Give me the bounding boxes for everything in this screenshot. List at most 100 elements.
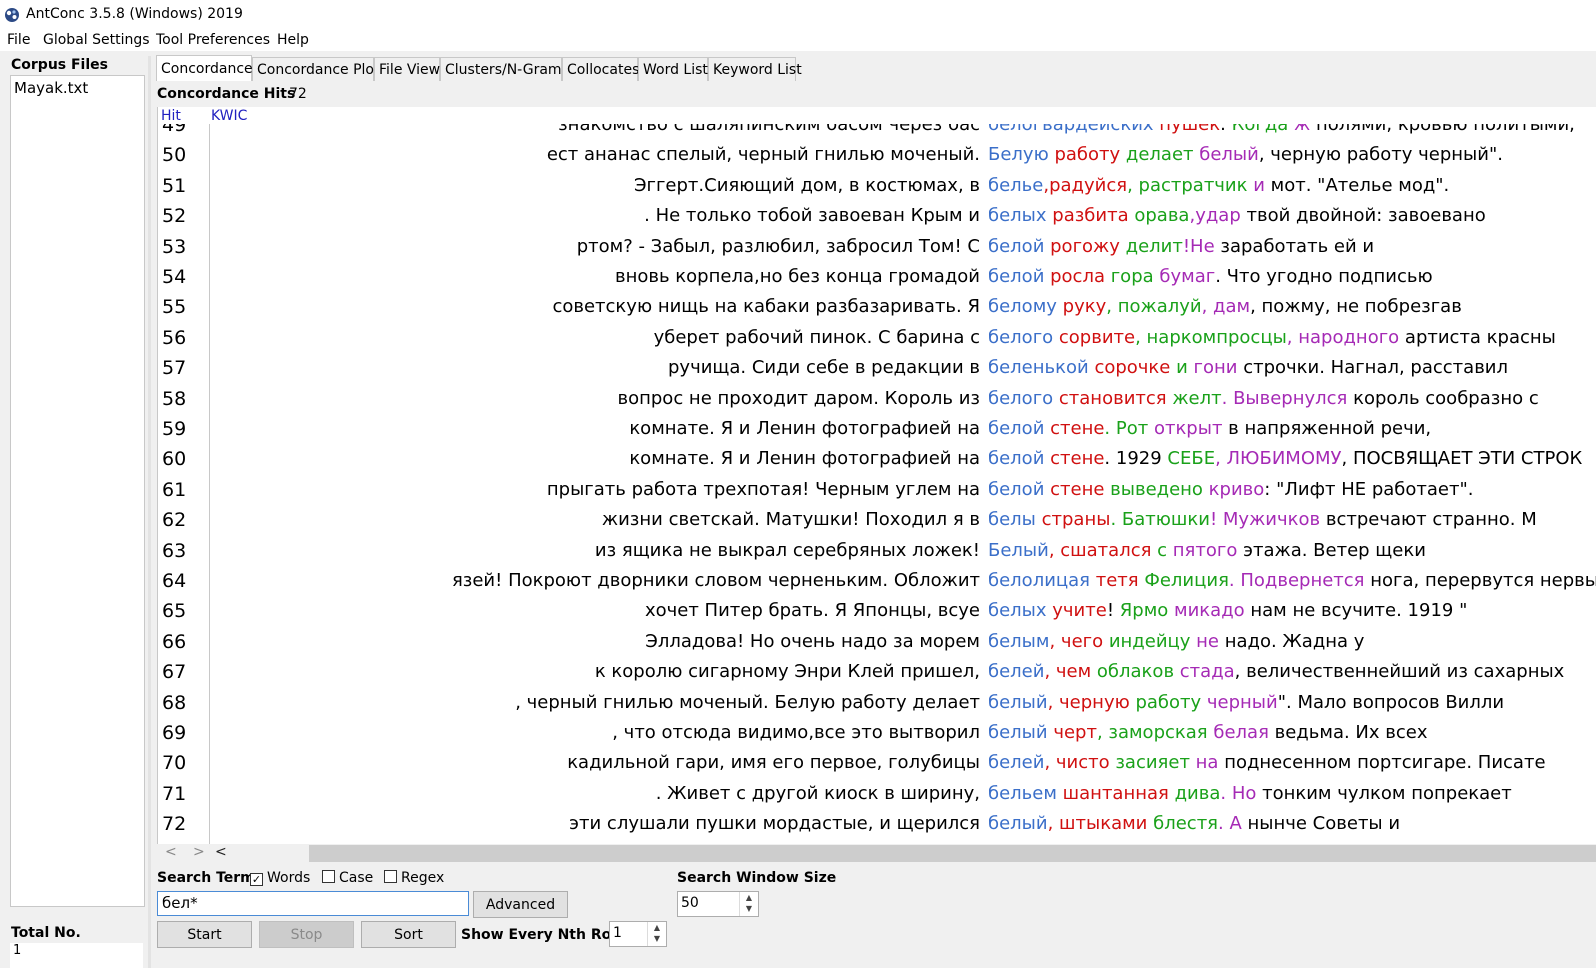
keyword-and-right-context: белый, черную работу черный". Мало вопро… [988, 692, 1504, 713]
left-context: комнате. Я и Ленин фотографией на [629, 418, 980, 439]
left-context: жизни светскай. Матушки! Походил я в [601, 509, 980, 531]
hit-number: 69 [162, 722, 187, 744]
kwic-row[interactable]: 68 , черный гнилью моченый. Белую работу … [158, 688, 1596, 718]
regex-checkbox[interactable]: Regex [384, 870, 444, 886]
kwic-row[interactable]: 61 прыгать работа трехпотая! Черным углем… [158, 475, 1596, 505]
menu-global-settings[interactable]: Global Settings [43, 32, 150, 48]
hit-number: 71 [162, 782, 187, 805]
context-token: . Рот [1104, 418, 1149, 439]
nth-row-value: 1 [613, 925, 622, 941]
window-title: AntConc 3.5.8 (Windows) 2019 [26, 6, 243, 22]
nth-row-spinner[interactable]: 1 ▲ ▼ [609, 921, 667, 947]
left-context: комнате. Я и Ленин фотографией на [629, 448, 980, 470]
context-token: , пожму, не побрезгав [1250, 296, 1462, 318]
tab-word-list[interactable]: Word List [638, 57, 708, 81]
keyword-and-right-context: белой рогожу делит!Не заработать ей и [988, 236, 1374, 257]
kwic-row[interactable]: 72 эти слушали пушки мордастые, и щерился… [158, 809, 1596, 839]
hit-number: 55 [162, 296, 187, 319]
words-checkbox[interactable]: ✓ Words [250, 870, 310, 886]
hit-number: 58 [162, 387, 187, 410]
left-context: уберет рабочий пинок. С барина с [653, 326, 980, 348]
tab-concordance[interactable]: Concordance [156, 55, 253, 81]
menu-file[interactable]: File [7, 32, 30, 48]
kwic-row[interactable]: 67 к королю сигарному Энри Клей пришел, б… [158, 657, 1596, 687]
tab-clusters-ngrams[interactable]: Clusters/N-Grams [440, 57, 569, 81]
context-token: нынче Советы и [1241, 813, 1401, 835]
search-window-size-spinner[interactable]: 50 ▲ ▼ [677, 891, 759, 917]
context-token: полями, кровью политыми, [1315, 124, 1575, 135]
case-checkbox[interactable]: Case [322, 870, 373, 886]
context-token: микадо [1168, 600, 1245, 622]
context-token: , пожалуй [1106, 296, 1202, 318]
kwic-row[interactable]: 53 ртом? - Забыл, разлюбил, забросил Том!… [158, 232, 1596, 262]
column-header-hit[interactable]: Hit [161, 108, 181, 124]
antconc-app-icon [5, 8, 19, 22]
checkbox-empty-icon [322, 870, 335, 883]
context-token: артиста красны [1399, 326, 1556, 348]
kwic-results[interactable]: Hit KWIC 49 знакомство с шаляпинским басо… [157, 107, 1596, 844]
keyword-hit: белой [988, 478, 1045, 500]
tab-collocates[interactable]: Collocates [562, 57, 639, 81]
scroll-left-arrow-icon[interactable]: < [215, 844, 227, 860]
hit-number: 68 [162, 691, 187, 714]
context-token: , чем [1044, 661, 1092, 683]
tab-file-view[interactable]: File View [374, 57, 440, 81]
kwic-row[interactable]: 71 . Живет с другой киоск в ширину, бельем… [158, 779, 1596, 809]
left-context: кадильной гари, имя его первое, голубицы [567, 752, 980, 774]
kwic-row[interactable]: 62 жизни светскай. Матушки! Походил я в бе… [158, 505, 1596, 535]
menu-tool-preferences[interactable]: Tool Preferences [156, 32, 270, 48]
hit-number: 59 [162, 418, 187, 440]
kwic-row[interactable]: 52 . Не только тобой завоеван Крым и белых… [158, 201, 1596, 231]
tab-concordance-plot[interactable]: Concordance Plot [252, 57, 379, 81]
menu-help[interactable]: Help [277, 32, 309, 48]
kwic-row[interactable]: 55 советскую нищь на кабаки разбазаривать… [158, 292, 1596, 322]
kwic-row[interactable]: 54 вновь корпела,но без конца громадой бел… [158, 262, 1596, 292]
stop-button[interactable]: Stop [259, 921, 354, 948]
total-files-value: 1 [13, 943, 22, 958]
scroll-thumb[interactable] [309, 845, 1596, 862]
search-term-input[interactable]: бел* [157, 891, 469, 916]
keyword-hit: белы [988, 509, 1036, 531]
horizontal-scrollbar[interactable]: < > < [157, 844, 1596, 863]
kwic-row[interactable]: 60 комнате. Я и Ленин фотографией на белой… [158, 444, 1596, 474]
search-window-size-value: 50 [681, 895, 699, 911]
kwic-row[interactable]: 56 уберет рабочий пинок. С барина с белого… [158, 323, 1596, 353]
keyword-and-right-context: белый, штыками блестя. А нынче Советы и [988, 813, 1400, 834]
corpus-file-item[interactable]: Mayak.txt [14, 79, 88, 97]
kwic-row[interactable]: 49 знакомство с шаляпинским басом через б… [158, 124, 1596, 140]
keyword-and-right-context: бельем шантанная дива. Но тонким чулком … [988, 783, 1512, 804]
kwic-row[interactable]: 66 Элладова! Но очень надо за морем белым… [158, 627, 1596, 657]
keyword-and-right-context: белой стене. 1929 СЕБЕ, ЛЮБИМОМУ, ПОСВЯЩ… [988, 448, 1582, 469]
hit-number: 63 [162, 539, 187, 562]
scroll-left-icon[interactable]: < [165, 844, 177, 860]
kwic-row[interactable]: 50 ест ананас спелый, черный гнилью мочен… [158, 140, 1596, 170]
kwic-row[interactable]: 69 , что отсюда видимо,все это вытворил бе… [158, 718, 1596, 748]
tab-keyword-list[interactable]: Keyword List [708, 57, 802, 81]
keyword-and-right-context: белому руку, пожалуй, дам, пожму, не поб… [988, 296, 1462, 317]
start-button[interactable]: Start [157, 921, 252, 948]
kwic-row[interactable]: 51 Эггерт.Сияющий дом, в костюмах, в белье… [158, 171, 1596, 201]
show-every-nth-row-label: Show Every Nth Row [461, 927, 625, 943]
sort-button[interactable]: Sort [361, 921, 456, 948]
context-token: облаков [1091, 661, 1175, 683]
scroll-right-icon[interactable]: > [193, 844, 205, 860]
left-context: , черный гнилью моченый. Белую работу де… [515, 691, 980, 713]
context-token: тетя [1090, 570, 1139, 591]
hit-number: 61 [162, 478, 187, 501]
spinner-arrows-icon[interactable]: ▲ ▼ [647, 922, 666, 946]
kwic-row[interactable]: 59 комнате. Я и Ленин фотографией на белой… [158, 414, 1596, 444]
advanced-button[interactable]: Advanced [473, 891, 568, 918]
context-token: , чисто [1044, 752, 1110, 774]
keyword-and-right-context: белых разбита орава,удар твой двойной: з… [988, 205, 1486, 226]
column-header-kwic[interactable]: KWIC [211, 108, 247, 124]
kwic-row[interactable]: 65 хочет Питер брать. Я Японцы, всуе белых… [158, 596, 1596, 626]
kwic-row[interactable]: 63 из ящика не выкрал серебряных ложек! Бе… [158, 536, 1596, 566]
kwic-row[interactable]: 58 вопрос не проходит даром. Король из бел… [158, 384, 1596, 414]
left-context: , что отсюда видимо,все это вытворил [612, 722, 980, 743]
kwic-row[interactable]: 57 ручища. Сиди себе в редакции в беленько… [158, 353, 1596, 383]
kwic-row[interactable]: 64 язей! Покроют дворники словом черненьк… [158, 566, 1596, 596]
corpus-files-list[interactable]: Mayak.txt [10, 75, 145, 907]
kwic-row[interactable]: 70 кадильной гари, имя его первое, голуби… [158, 748, 1596, 778]
spinner-arrows-icon[interactable]: ▲ ▼ [739, 892, 758, 916]
context-token: ж [1288, 124, 1316, 135]
